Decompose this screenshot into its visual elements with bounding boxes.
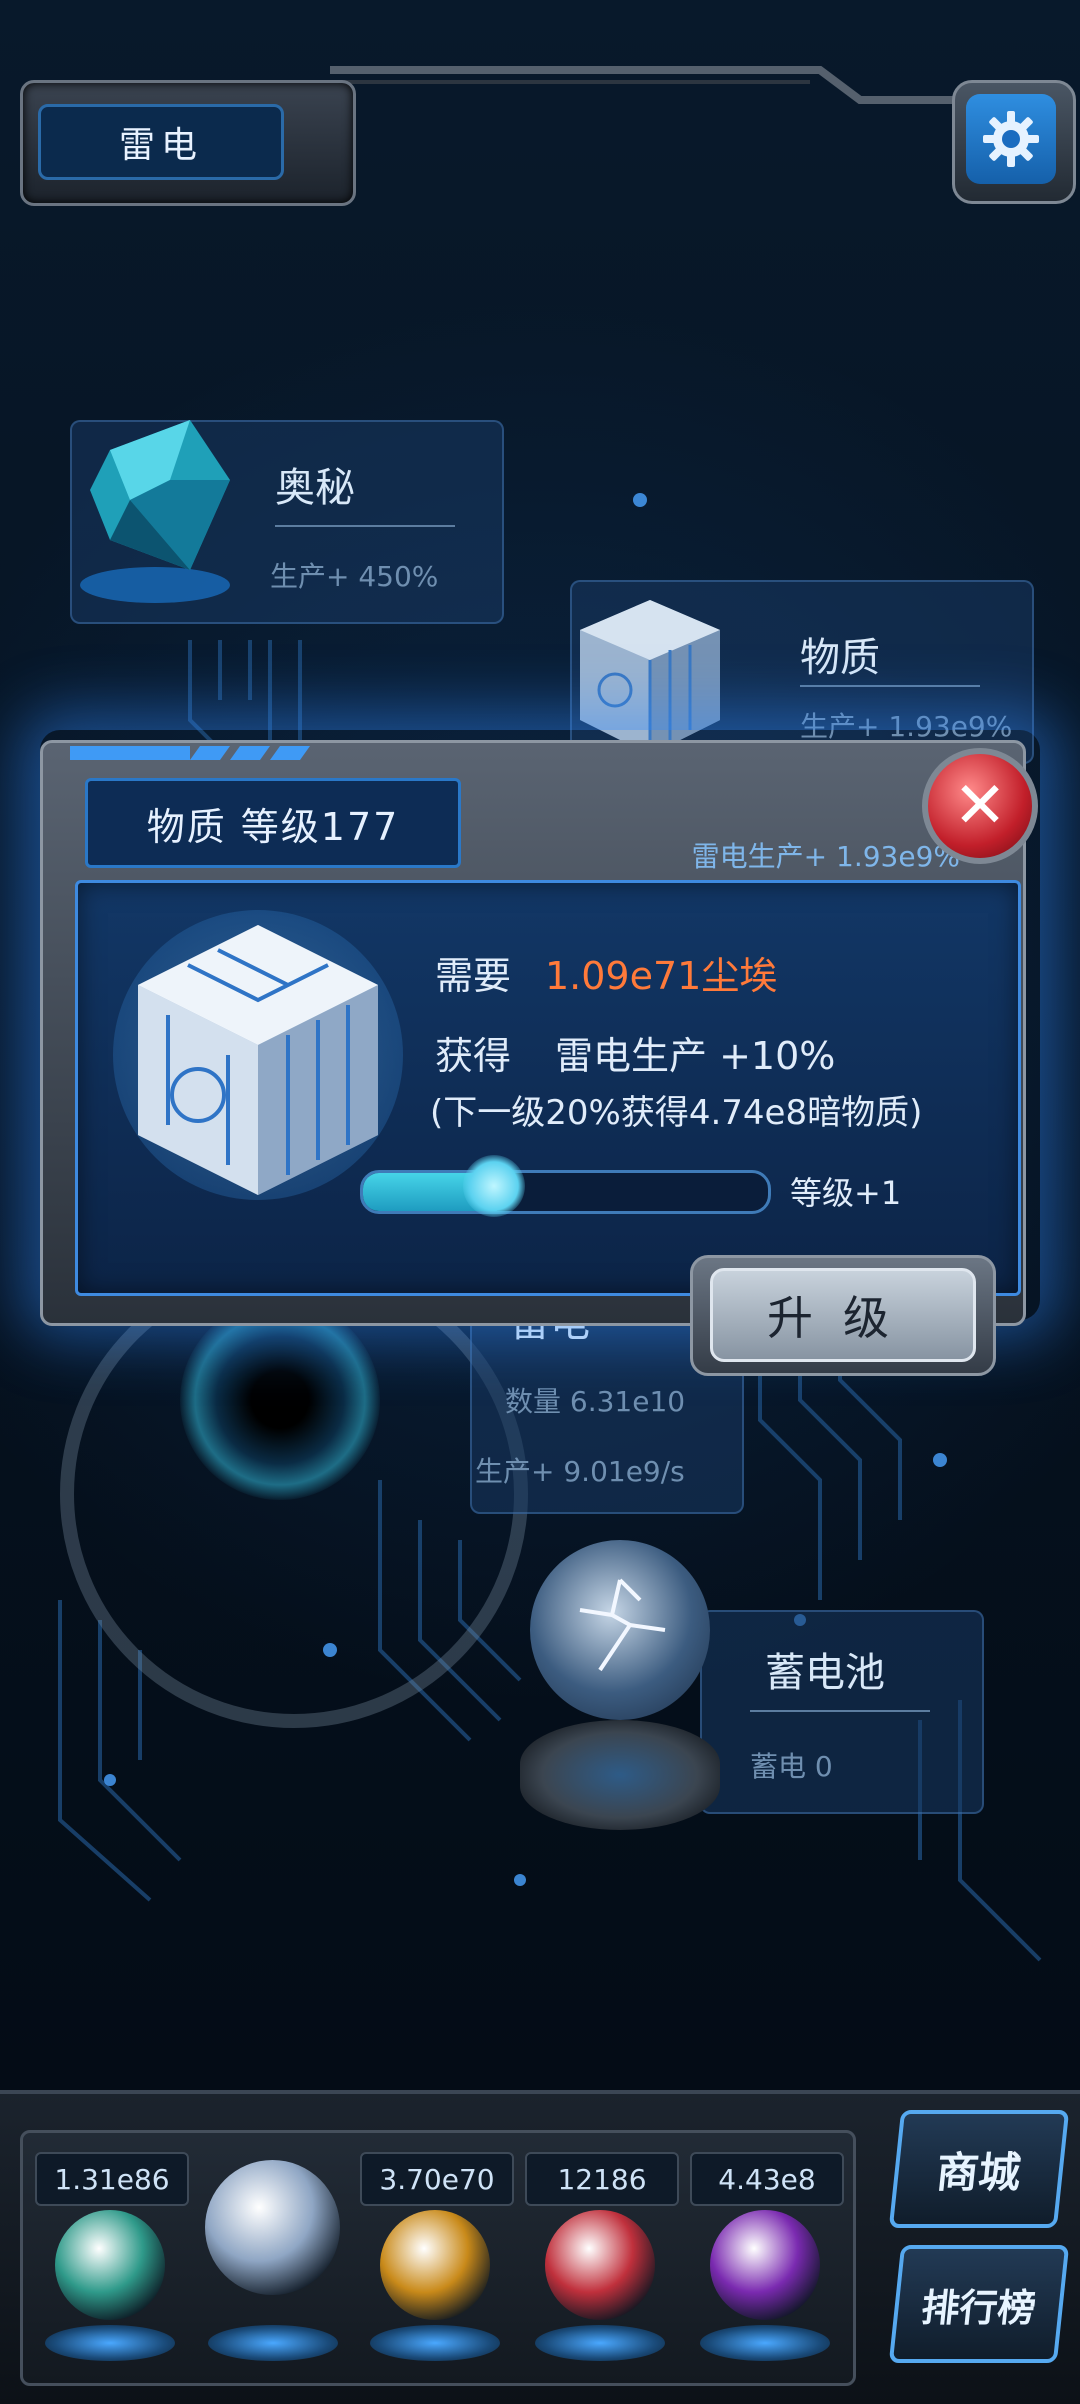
cost-value: 1.09e71尘埃: [545, 954, 778, 998]
resource-value-4: 12186: [525, 2152, 679, 2206]
orb-stand: [535, 2325, 665, 2361]
battery-base: [520, 1720, 720, 1830]
blackhole-count: 数量 6.31e10: [505, 1385, 686, 1418]
divider: [275, 525, 455, 527]
upgrade-button[interactable]: 升级: [710, 1268, 976, 1362]
resource-orb-lightning[interactable]: [205, 2160, 340, 2295]
resource-value-3: 3.70e70: [360, 2152, 514, 2206]
dialog-title: 物质 等级177: [85, 778, 461, 868]
divider: [750, 1710, 930, 1712]
orb-stand: [45, 2325, 175, 2361]
resource-orb-crystal[interactable]: [55, 2210, 165, 2320]
mystery-name: 奥秘: [275, 465, 355, 511]
dialog-stripes: [70, 746, 310, 760]
battery-stat: 蓄电 0: [750, 1750, 833, 1783]
location-title: 雷电: [38, 104, 284, 180]
gear-icon: [983, 111, 1039, 167]
progress-knob[interactable]: [462, 1155, 525, 1217]
level-progress-bar[interactable]: [360, 1170, 771, 1214]
matter-name: 物质: [800, 635, 880, 681]
orb-stand: [370, 2325, 500, 2361]
battery-name: 蓄电池: [765, 1650, 885, 1696]
resource-value-1: 1.31e86: [35, 2152, 189, 2206]
resource-orb-darkmatter[interactable]: [710, 2210, 820, 2320]
resource-orb-fire[interactable]: [545, 2210, 655, 2320]
crystal-icon: [80, 420, 230, 603]
gain-label: 获得: [435, 1034, 512, 1078]
orb-stand: [208, 2325, 338, 2361]
close-icon: ✕: [953, 769, 1007, 843]
blackhole-stat: 生产+ 9.01e9/s: [475, 1455, 685, 1488]
gain-value: 雷电生产 +10%: [555, 1034, 836, 1078]
blackhole-icon[interactable]: [180, 1300, 380, 1500]
shop-button[interactable]: 商城: [888, 2110, 1070, 2228]
level-step: 等级+1: [790, 1174, 902, 1212]
ranking-button[interactable]: 排行榜: [888, 2245, 1070, 2363]
next-tier-note: (下一级20%获得4.74e8暗物质): [430, 1093, 923, 1133]
close-button[interactable]: ✕: [922, 748, 1038, 864]
mystery-stat: 生产+ 450%: [270, 560, 439, 593]
cost-label: 需要: [435, 954, 512, 998]
resource-orb-dust[interactable]: [380, 2210, 490, 2320]
resource-value-5: 4.43e8: [690, 2152, 844, 2206]
divider: [800, 685, 980, 687]
settings-button[interactable]: [966, 94, 1056, 184]
orb-stand: [700, 2325, 830, 2361]
dialog-subtitle: 雷电生产+ 1.93e9%: [691, 840, 960, 873]
matter-cube-icon: [113, 910, 403, 1200]
lightning-icon: [579, 1578, 666, 1672]
